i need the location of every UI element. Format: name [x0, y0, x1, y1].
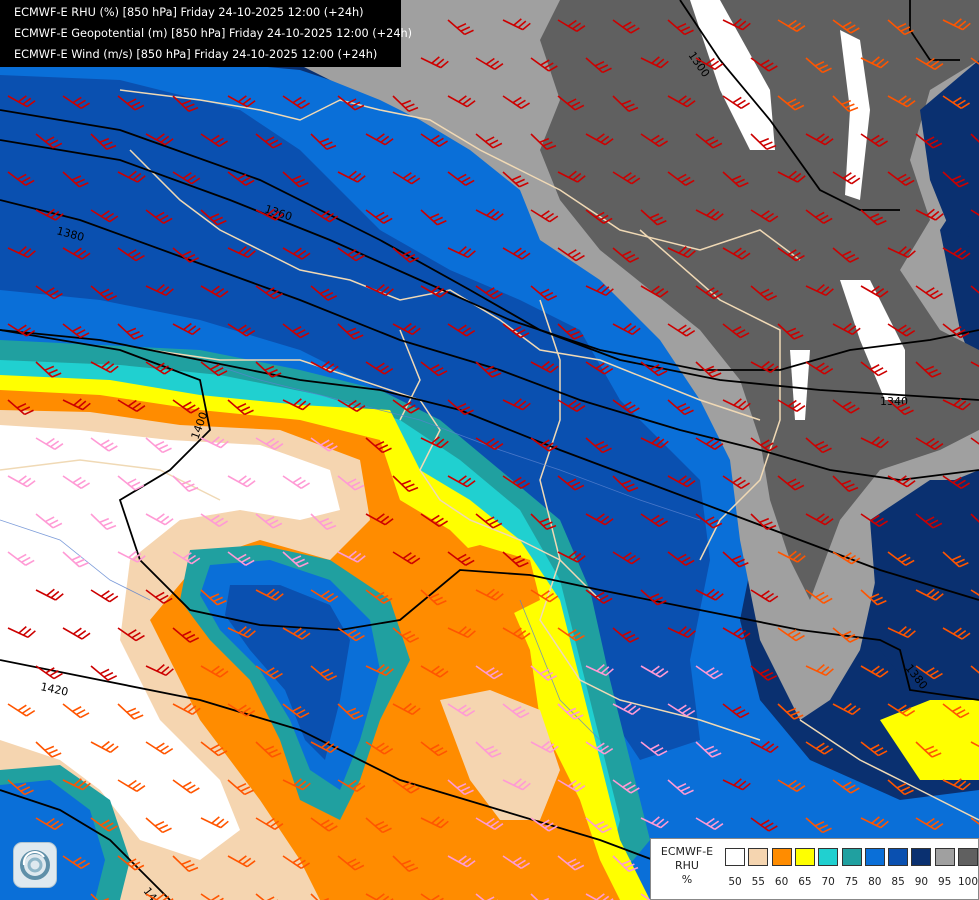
- legend-variable: RHU: [675, 859, 699, 872]
- legend-swatch: [888, 848, 909, 866]
- legend-unit: %: [681, 873, 693, 886]
- legend-tick-label: 55: [751, 876, 765, 888]
- legend-tick-label: 65: [798, 876, 812, 888]
- legend-swatch: [748, 848, 769, 866]
- legend-swatch: [841, 848, 862, 866]
- swirl-icon: [20, 850, 50, 880]
- legend-tick-label: 95: [938, 876, 952, 888]
- legend-model: ECMWF-E: [660, 845, 714, 858]
- legend-tick-label: 70: [821, 876, 835, 888]
- weather-map: 1300 1360 1380 1400 1420 1440 1340 1380 …: [0, 0, 979, 900]
- title-line-wind: ECMWF-E Wind (m/s) [850 hPa] Friday 24-1…: [14, 48, 378, 61]
- map-title-box: ECMWF-E RHU (%) [850 hPa] Friday 24-10-2…: [0, 0, 413, 67]
- legend-swatch: [911, 848, 932, 866]
- legend-tick-label: 50: [728, 876, 742, 888]
- legend-tick-label: 85: [891, 876, 905, 888]
- legend-tick-label: 75: [844, 876, 859, 888]
- legend-swatch: [864, 848, 885, 866]
- legend-swatch: [934, 848, 955, 866]
- legend-tick-label: 60: [774, 876, 789, 888]
- legend-tick-label: 80: [868, 876, 882, 888]
- legend-swatch: [725, 848, 745, 866]
- legend-swatch: [818, 848, 839, 866]
- provider-logo: [13, 842, 57, 888]
- rhu-field-map: 1300 1360 1380 1400 1420 1440 1340 1380: [0, 0, 979, 900]
- title-line-geopotential: ECMWF-E Geopotential (m) [850 hPa] Frida…: [14, 27, 413, 40]
- legend-tick-label: 100: [957, 876, 979, 888]
- rhu-legend: ECMWF-E RHU % 50 55 60 65 70 75 80 85 90 95 100: [650, 838, 979, 900]
- legend-swatch: [771, 848, 792, 866]
- legend-header: ECMWF-E RHU %: [651, 845, 723, 887]
- legend-swatch: [794, 848, 815, 866]
- title-line-rhu: ECMWF-E RHU (%) [850 hPa] Friday 24-10-2…: [14, 6, 364, 19]
- legend-swatch: [958, 848, 978, 866]
- legend-tick-label: 90: [914, 876, 929, 888]
